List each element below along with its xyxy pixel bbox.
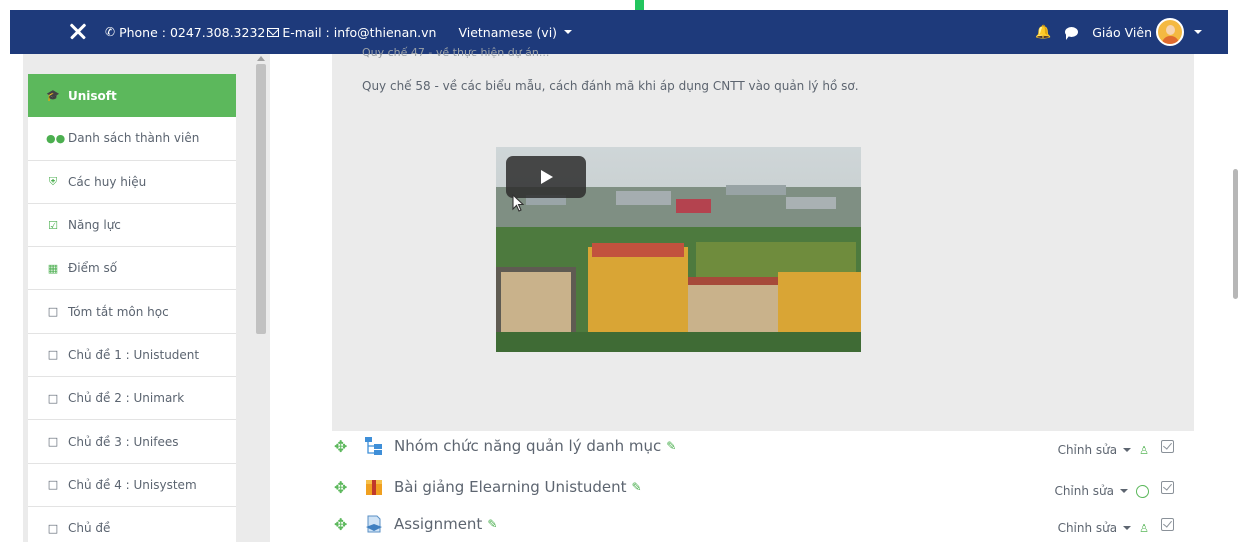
completion-checkbox[interactable]	[1161, 480, 1174, 494]
activity-title[interactable]: Bài giảng Elearning Unistudent	[394, 478, 627, 496]
folder-icon: □	[47, 521, 59, 535]
phone-text: Phone : 0247.308.3232	[119, 24, 266, 40]
edit-label: Chỉnh sửa	[1057, 521, 1118, 535]
activity-actions: Chỉnh sửa ♙	[1058, 435, 1174, 457]
sidebar: 🎓 Unisoft ●● Danh sách thành viên ⛨ Các …	[23, 54, 270, 542]
email-text: E-mail : info@thienan.vn	[282, 24, 437, 40]
sidebar-item-grades[interactable]: ▦ Điểm số	[28, 247, 236, 291]
shield-icon: ⛨	[48, 174, 58, 188]
sidebar-item-label: Unisoft	[68, 88, 117, 103]
edit-label: Chỉnh sửa	[1057, 443, 1118, 457]
video-player[interactable]	[496, 147, 861, 352]
ring-icon[interactable]	[1136, 484, 1149, 498]
pencil-icon[interactable]: ✎	[487, 517, 497, 531]
sidebar-item-label: Chủ đề 1 : Unistudent	[68, 347, 200, 362]
language-label: Vietnamese (vi)	[458, 24, 558, 40]
sidebar-menu: 🎓 Unisoft ●● Danh sách thành viên ⛨ Các …	[28, 74, 236, 542]
sidebar-item-label: Danh sách thành viên	[68, 131, 200, 146]
folder-icon: □	[47, 348, 59, 362]
folder-icon: □	[47, 478, 59, 492]
sidebar-scrollbar[interactable]	[256, 64, 266, 334]
sidebar-item-topic[interactable]: □ Chủ đề	[28, 506, 236, 542]
user-menu-chevron-icon[interactable]	[1194, 30, 1202, 34]
edit-label: Chỉnh sửa	[1054, 484, 1114, 498]
phone-icon: ✆	[105, 25, 116, 39]
sidebar-item-topic-4[interactable]: □ Chủ đề 4 : Unisystem	[28, 463, 236, 507]
chevron-down-icon	[564, 30, 573, 34]
section-description: Quy chế 58 - về các biểu mẫu, cách đánh …	[362, 79, 859, 93]
pencil-icon[interactable]: ✎	[666, 439, 676, 453]
sidebar-item-topic-3[interactable]: □ Chủ đề 3 : Unifees	[28, 420, 236, 464]
sidebar-item-badges[interactable]: ⛨ Các huy hiệu	[28, 160, 236, 204]
avatar[interactable]	[1156, 18, 1184, 46]
mail-icon	[267, 27, 280, 37]
close-icon[interactable]	[65, 19, 91, 45]
edit-dropdown[interactable]: Chỉnh sửa	[1054, 484, 1128, 498]
edit-dropdown[interactable]: Chỉnh sửa	[1058, 521, 1132, 535]
sidebar-item-label: Chủ đề	[68, 521, 111, 536]
sidebar-item-label: Năng lực	[68, 218, 121, 233]
folder-icon: □	[47, 305, 59, 319]
table-icon: ▦	[47, 261, 59, 275]
chevron-down-icon	[1120, 489, 1128, 493]
users-icon: ●●	[46, 131, 66, 145]
activity-actions: Chỉnh sửa	[1054, 476, 1174, 498]
sidebar-item-competencies[interactable]: ☑ Năng lực	[28, 203, 236, 248]
package-icon	[364, 477, 384, 497]
move-icon[interactable]: ✥	[334, 437, 354, 456]
sidebar-item-label: Điểm số	[68, 261, 118, 276]
assignment-icon	[364, 514, 384, 534]
language-dropdown[interactable]: Vietnamese (vi)	[458, 24, 573, 40]
sidebar-item-label: Các huy hiệu	[68, 174, 147, 189]
sidebar-item-unisoft[interactable]: 🎓 Unisoft	[28, 74, 236, 118]
folder-icon: □	[47, 391, 59, 405]
sidebar-item-label: Chủ đề 4 : Unisystem	[68, 477, 197, 492]
user-name[interactable]: Giáo Viên	[1092, 25, 1152, 40]
chevron-down-icon	[1123, 448, 1132, 452]
play-button[interactable]	[506, 156, 586, 198]
main-scrollbar[interactable]	[1233, 169, 1238, 299]
sidebar-item-topic-2[interactable]: □ Chủ đề 2 : Unimark	[28, 377, 236, 421]
sidebar-item-label: Tóm tắt môn học	[68, 304, 169, 319]
activity-row: ✥ Bài giảng Elearning Unistudent ✎ Chỉnh…	[334, 467, 1174, 507]
person-icon[interactable]: ♙	[1139, 522, 1149, 535]
navbar-right: 🔔 Giáo Viên	[1035, 18, 1202, 46]
move-icon[interactable]: ✥	[334, 478, 354, 497]
top-navbar: ✆ Phone : 0247.308.3232 E-mail : info@th…	[10, 10, 1228, 54]
activity-row: ✥ Nhóm chức năng quản lý danh mục ✎ Chỉn…	[334, 426, 1174, 466]
person-icon[interactable]: ♙	[1139, 444, 1149, 457]
completion-checkbox[interactable]	[1161, 439, 1174, 453]
activity-title[interactable]: Nhóm chức năng quản lý danh mục	[394, 437, 661, 455]
activity-row: ✥ Assignment ✎ Chỉnh sửa ♙	[334, 504, 1174, 542]
move-icon[interactable]: ✥	[334, 515, 354, 534]
sidebar-item-members[interactable]: ●● Danh sách thành viên	[28, 117, 236, 161]
folder-icon: □	[47, 435, 59, 449]
activity-actions: Chỉnh sửa ♙	[1058, 513, 1174, 535]
checkbox-icon: ☑	[48, 218, 58, 232]
sidebar-item-label: Chủ đề 3 : Unifees	[68, 434, 179, 449]
chevron-down-icon	[1123, 526, 1132, 530]
edit-dropdown[interactable]: Chỉnh sửa	[1058, 443, 1132, 457]
graduation-cap-icon: 🎓	[46, 89, 60, 103]
sidebar-item-topic-1[interactable]: □ Chủ đề 1 : Unistudent	[28, 333, 236, 378]
sidebar-item-course-summary[interactable]: □ Tóm tắt môn học	[28, 290, 236, 334]
hierarchy-icon	[364, 436, 384, 456]
scroll-up-arrow-icon[interactable]	[257, 56, 265, 61]
top-accent-bar	[635, 0, 644, 10]
pencil-icon[interactable]: ✎	[632, 480, 642, 494]
section-content: Quy chế 47 - về thực hiện dự án... Quy c…	[332, 46, 1194, 431]
chat-icon[interactable]	[1065, 27, 1079, 40]
truncated-text: Quy chế 47 - về thực hiện dự án...	[362, 46, 550, 59]
mouse-cursor-icon	[512, 194, 525, 212]
sidebar-item-label: Chủ đề 2 : Unimark	[68, 391, 185, 406]
activity-title[interactable]: Assignment	[394, 515, 482, 533]
completion-checkbox[interactable]	[1161, 517, 1174, 531]
bell-icon[interactable]: 🔔	[1035, 25, 1051, 40]
screen: ✆ Phone : 0247.308.3232 E-mail : info@th…	[0, 0, 1246, 542]
main-content: Quy chế 47 - về thực hiện dự án... Quy c…	[270, 46, 1246, 542]
